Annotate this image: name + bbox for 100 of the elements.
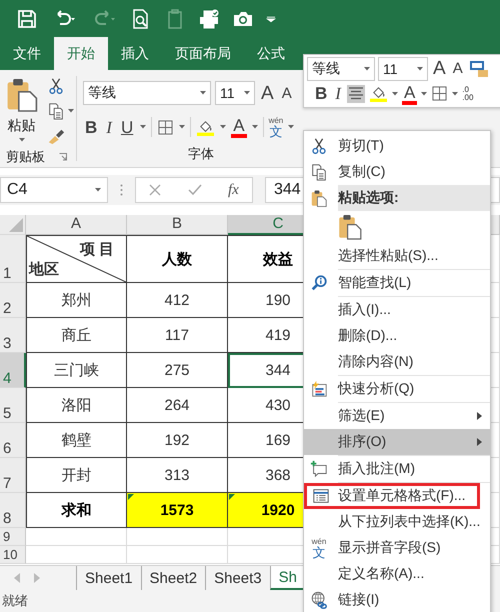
fill-color-icon: [370, 85, 387, 102]
row-header[interactable]: 4: [0, 353, 26, 388]
ribbon-tab[interactable]: 插入: [108, 37, 162, 70]
bold-button[interactable]: B: [83, 118, 100, 136]
menu-section-header: 粘贴选项:: [338, 185, 490, 211]
font-size-dropdown[interactable]: 11: [378, 56, 428, 80]
row-header[interactable]: 10: [0, 546, 26, 564]
table-cell: 三门峡: [26, 353, 127, 388]
menu-item[interactable]: 定义名称(A)...: [304, 561, 490, 587]
caret-icon: [288, 125, 294, 129]
caret-icon: [220, 125, 226, 129]
caret-icon: [252, 125, 258, 129]
grow-font-button[interactable]: A: [259, 82, 276, 104]
table-cell: 412: [127, 283, 228, 318]
bold-button[interactable]: B: [313, 84, 330, 103]
grow-font-button[interactable]: A: [431, 58, 448, 79]
cell-text: 地区: [29, 260, 59, 279]
ribbon-tab[interactable]: 公式: [244, 37, 298, 70]
phonetic-button[interactable]: wén 文: [268, 116, 284, 138]
column-header[interactable]: B: [127, 215, 228, 235]
table-cell: 人数: [127, 235, 228, 283]
copy-icon: [310, 163, 328, 181]
save-icon[interactable]: [16, 8, 38, 28]
paste-icon: [6, 76, 38, 114]
quick-analysis-icon: [310, 380, 328, 398]
lookup-icon: [310, 274, 328, 292]
borders-icon: [432, 86, 448, 101]
copy-button[interactable]: [47, 101, 74, 121]
borders-icon: [158, 120, 174, 134]
menu-item[interactable]: 排序(O): [304, 429, 490, 455]
printer-icon[interactable]: [198, 8, 220, 28]
font-name-dropdown[interactable]: 等线: [83, 81, 211, 105]
row-header[interactable]: 5: [0, 388, 26, 423]
row-header[interactable]: 9: [0, 528, 26, 546]
ribbon-tab[interactable]: 开始: [54, 37, 108, 70]
caret-icon: [95, 188, 101, 192]
dialog-launcher-icon[interactable]: [59, 152, 67, 160]
ribbon-tab[interactable]: 页面布局: [162, 37, 244, 70]
borders-button[interactable]: [431, 85, 448, 102]
group-label: 剪贴板: [6, 148, 45, 166]
table-cell: 1573: [127, 493, 228, 528]
globe-link-icon: [310, 591, 328, 609]
font-color-button[interactable]: A: [402, 82, 418, 104]
table-cell: 洛阳: [26, 388, 127, 423]
borders-button[interactable]: [157, 118, 174, 136]
column-header[interactable]: A: [26, 215, 127, 235]
table-cell: 鹤壁: [26, 423, 127, 458]
caret-icon: [452, 92, 458, 96]
font-color-button[interactable]: A: [231, 116, 247, 138]
name-box[interactable]: C4: [0, 177, 108, 203]
table-cell: 开封: [26, 458, 127, 493]
shrink-font-button[interactable]: A: [450, 60, 465, 77]
row-header[interactable]: 8: [0, 493, 26, 528]
comment-icon: [310, 460, 328, 478]
menu-item[interactable]: 剪切(T): [304, 133, 490, 159]
table-cell: 117: [127, 318, 228, 353]
row-header[interactable]: 7: [0, 458, 26, 493]
align-center-button[interactable]: [346, 84, 365, 102]
copy-icon: [47, 102, 65, 120]
shrink-font-button[interactable]: A: [280, 84, 294, 102]
menu-item[interactable]: 复制(C): [304, 159, 490, 185]
increase-decimal-button[interactable]: .0 .00: [462, 86, 474, 102]
paste-button[interactable]: [338, 213, 362, 241]
align-center-icon: [348, 86, 364, 102]
status-text: 就绪: [2, 592, 28, 610]
table-cell: 275: [127, 353, 228, 388]
row-header[interactable]: 6: [0, 423, 26, 458]
scissors-icon: [47, 77, 65, 95]
table-cell: 郑州: [26, 283, 127, 318]
drag-handle-icon: [120, 184, 123, 196]
ribbon-tab[interactable]: 文件: [0, 37, 54, 70]
table-cell: 264: [127, 388, 228, 423]
row-header[interactable]: 1: [0, 235, 26, 283]
dropdown-caret-icon: [68, 109, 74, 113]
font-name-dropdown[interactable]: 等线: [307, 56, 375, 80]
cell-text: 项 目: [80, 240, 114, 259]
caret-icon: [179, 125, 186, 129]
font-size-dropdown[interactable]: 11: [215, 81, 255, 105]
table-cell: 192: [127, 423, 228, 458]
enter-check-icon[interactable]: [188, 184, 202, 196]
menu-item[interactable]: 设置单元格格式(F)...: [304, 483, 480, 509]
italic-button[interactable]: I: [104, 118, 114, 136]
scissors-icon: [310, 137, 328, 155]
caret-icon: [392, 92, 398, 96]
paste-button[interactable]: 粘贴: [4, 76, 39, 146]
fill-color-icon: [197, 118, 214, 136]
sheet-tab[interactable]: Sh: [270, 566, 305, 590]
italic-button[interactable]: I: [333, 84, 343, 103]
caret-icon: [140, 125, 146, 129]
format-cells-icon: [312, 487, 330, 505]
insert-function-button[interactable]: fx: [228, 182, 239, 198]
format-painter-icon: [47, 127, 65, 145]
underline-button[interactable]: U: [118, 118, 136, 136]
format-button[interactable]: [468, 58, 490, 78]
row-header[interactable]: 3: [0, 318, 26, 353]
paste-icon: [338, 213, 362, 241]
row-header[interactable]: 2: [0, 283, 26, 318]
menu-item[interactable]: 链接(I): [304, 587, 490, 612]
phonetic-icon: wén 文: [312, 538, 326, 558]
clipboard-icon: [311, 188, 327, 208]
